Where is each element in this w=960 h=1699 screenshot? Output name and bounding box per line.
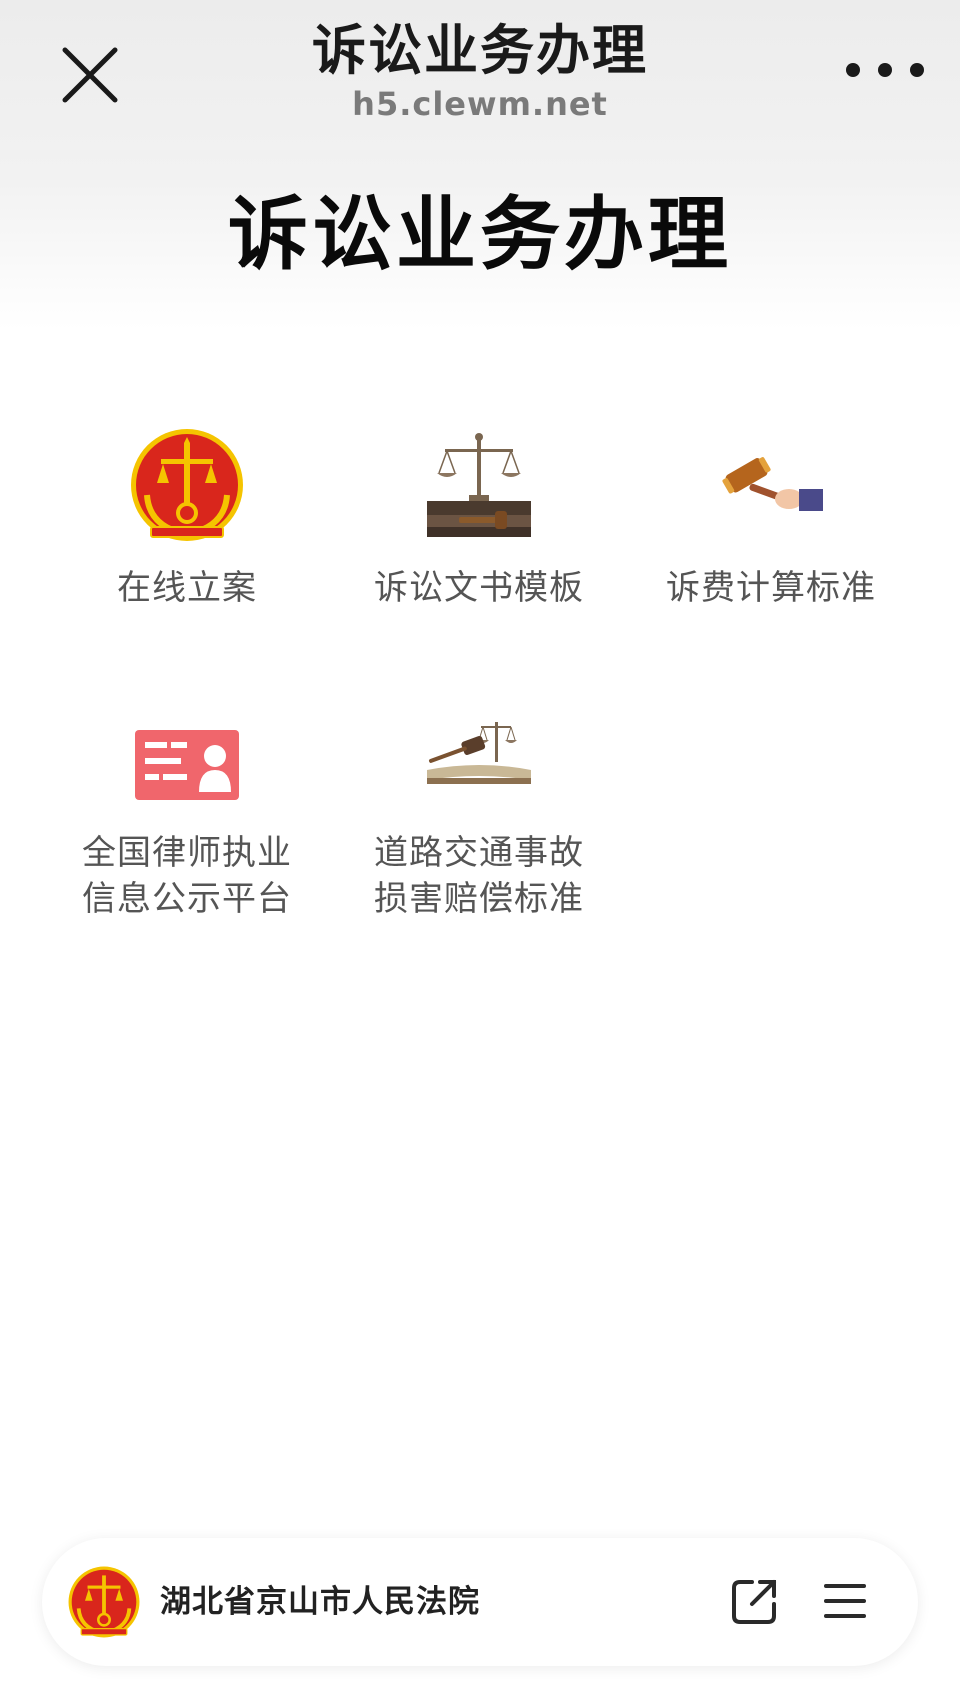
service-label: 诉费计算标准 (666, 568, 876, 608)
nav-url: h5.clewm.net (352, 85, 608, 123)
hamburger-menu-button[interactable] (822, 1578, 868, 1624)
service-fee-standards[interactable]: 诉费计算标准 (625, 425, 917, 615)
service-label-line1: 道路交通事故 (374, 833, 584, 873)
court-emblem-icon (66, 1564, 142, 1640)
gavel-hand-icon (711, 425, 831, 545)
service-label-line2: 损害赔偿标准 (374, 879, 584, 919)
court-info-bar: 湖北省京山市人民法院 (42, 1538, 918, 1666)
hamburger-menu-icon (824, 1584, 866, 1618)
service-lawyer-info-platform[interactable]: 全国律师执业 信息公示平台 (41, 700, 333, 930)
top-nav-bar: 诉讼业务办理 h5.clewm.net (0, 0, 960, 140)
id-card-icon (127, 700, 247, 820)
open-external-icon (732, 1580, 776, 1624)
gavel-book-scales-icon (419, 700, 539, 820)
service-label: 在线立案 (117, 568, 257, 608)
service-document-templates[interactable]: 诉讼文书模板 (333, 425, 625, 615)
page: 诉讼业务办理 h5.clewm.net 诉讼业务办理 在线立案 诉讼文书模板 诉… (0, 0, 960, 1699)
service-label: 诉讼文书模板 (374, 568, 584, 608)
service-label-line2: 信息公示平台 (82, 879, 292, 919)
service-traffic-compensation[interactable]: 道路交通事故 损害赔偿标准 (333, 700, 625, 930)
service-label-line1: 全国律师执业 (82, 833, 292, 873)
close-icon (62, 47, 118, 103)
open-external-button[interactable] (730, 1576, 780, 1626)
nav-title: 诉讼业务办理 (312, 19, 648, 82)
page-heading: 诉讼业务办理 (228, 188, 732, 281)
more-button[interactable] (835, 50, 935, 90)
service-online-filing[interactable]: 在线立案 (41, 425, 333, 615)
more-dots-icon (846, 63, 924, 77)
court-name[interactable]: 湖北省京山市人民法院 (160, 1578, 480, 1626)
close-button[interactable] (55, 40, 125, 110)
scales-books-icon (419, 425, 539, 545)
court-emblem-icon (127, 425, 247, 545)
